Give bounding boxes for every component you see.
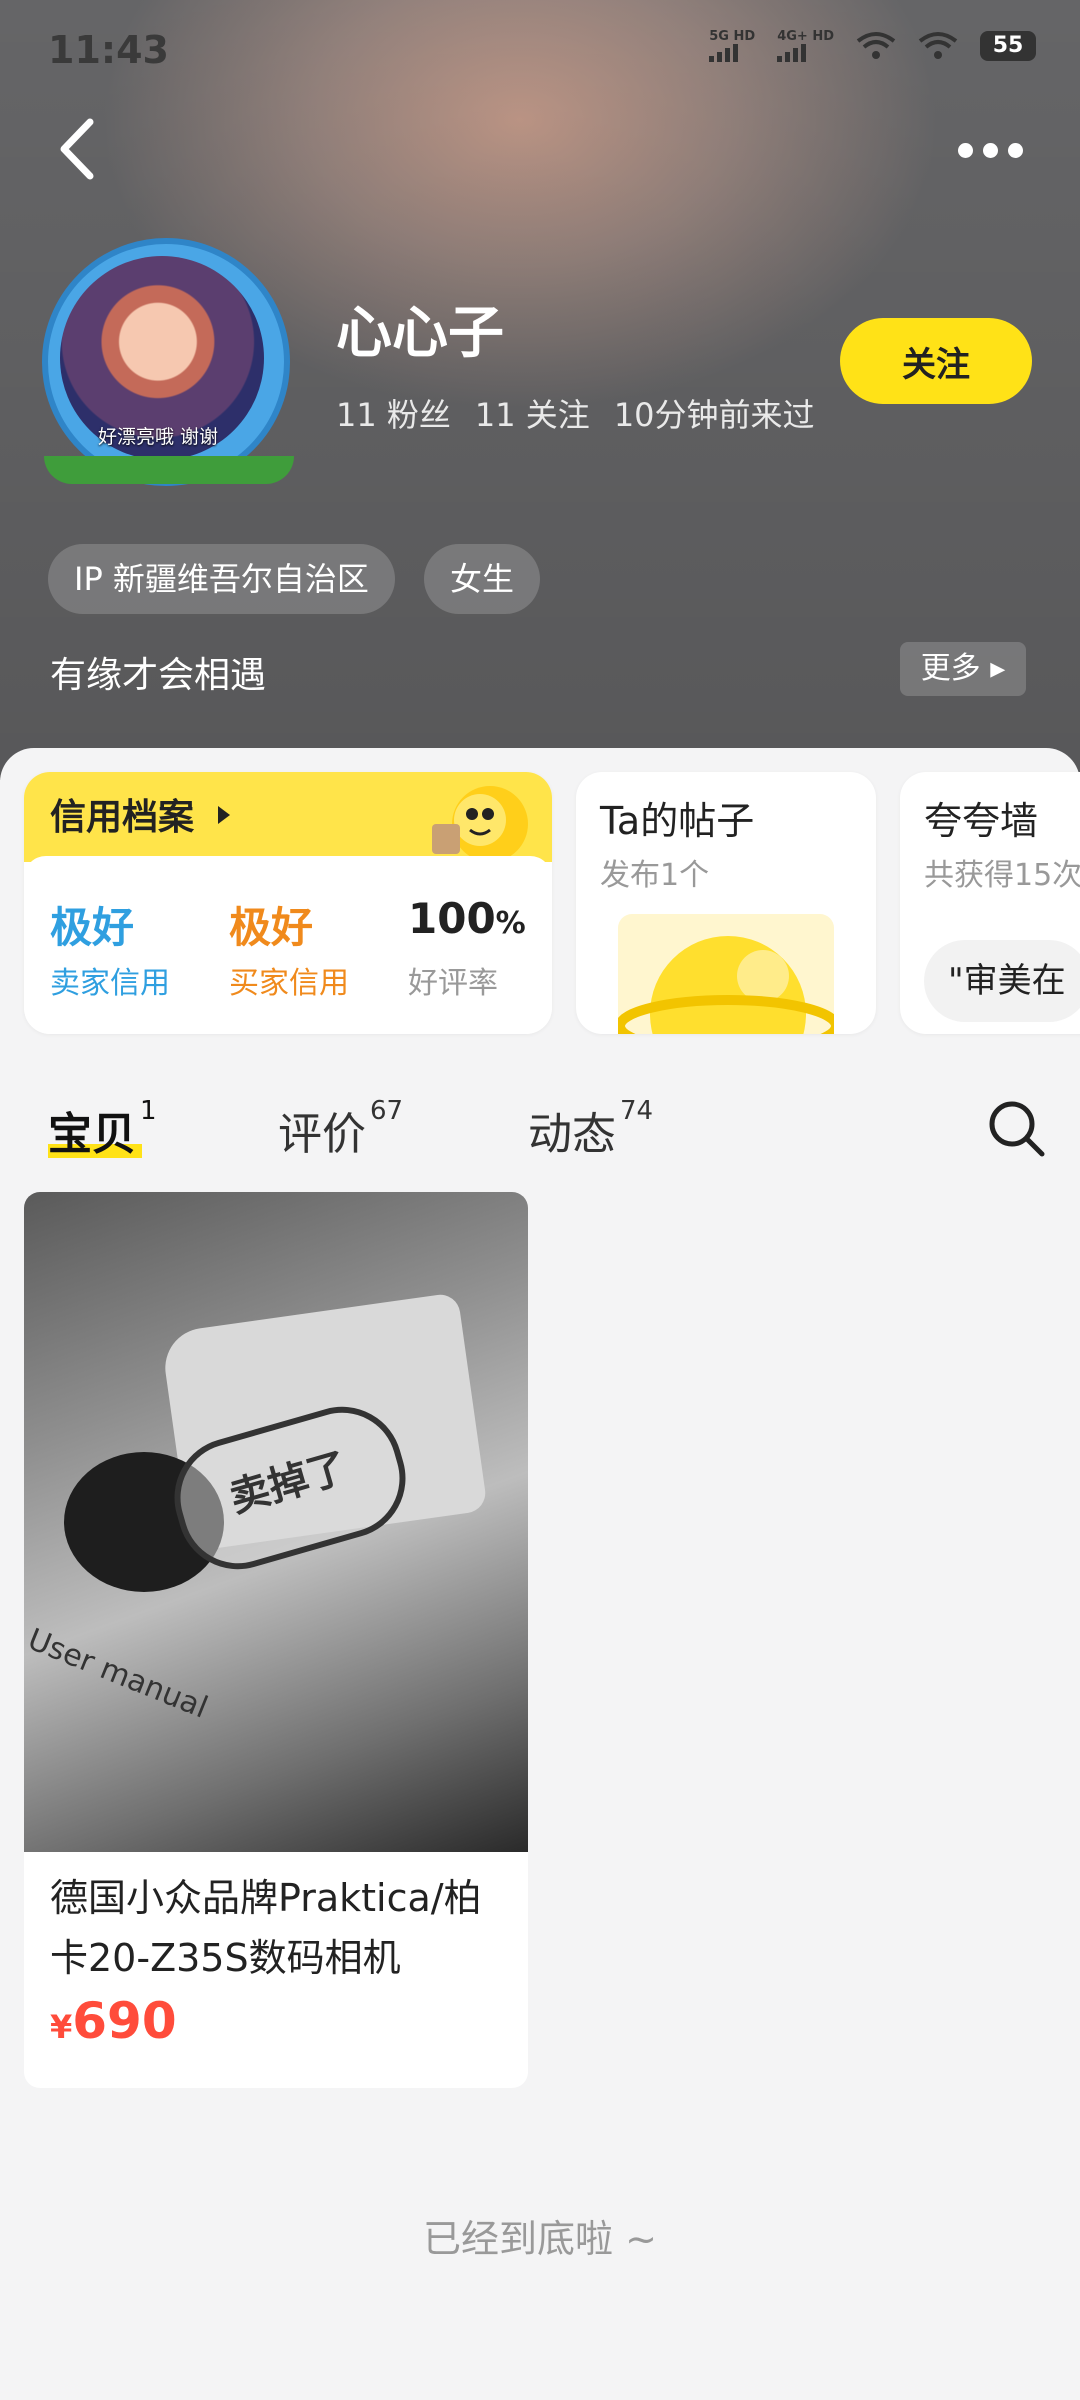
mascot-icon	[432, 786, 528, 862]
seller-credit-label: 卖家信用	[50, 966, 170, 1001]
product-title: 德国小众品牌Praktica/柏卡20-Z35S数码相机	[50, 1876, 482, 1980]
praise-quote-bubble: "审美在	[924, 940, 1080, 1022]
top-nav	[0, 110, 1080, 190]
signal-5g: 5G HD	[709, 30, 755, 62]
follow-button[interactable]: 关注	[840, 318, 1032, 404]
more-icon[interactable]	[950, 130, 1030, 170]
posts-card-subtitle: 发布1个	[600, 858, 710, 893]
positive-rate-value: 100%	[408, 894, 526, 943]
posts-card[interactable]: Ta的帖子 发布1个	[576, 772, 876, 1034]
wifi-plus-icon	[856, 32, 896, 59]
price-currency: ¥	[50, 2008, 73, 2046]
buyer-credit-label: 买家信用	[229, 966, 349, 1001]
posts-thumbnail	[618, 914, 834, 1034]
buyer-credit-value: 极好	[229, 903, 314, 952]
search-icon[interactable]	[984, 1096, 1048, 1160]
gender-tag: 女生	[424, 544, 541, 614]
signal-4g: 4G+ HD	[777, 30, 834, 62]
signal-bars-icon	[709, 44, 739, 62]
praise-wall-subtitle: 共获得15次	[924, 858, 1080, 893]
product-price: ¥690	[50, 1992, 177, 2050]
bio-more-button[interactable]: 更多 ▸	[900, 642, 1026, 696]
seller-credit-value: 极好	[50, 903, 135, 952]
credit-card[interactable]: 信用档案 极好 卖家信用 极好 买家信用 100% 好评率	[24, 772, 552, 1034]
status-time: 11:43	[48, 28, 169, 72]
bio-more-label: 更多	[920, 651, 981, 686]
positive-rate-number: 100	[408, 894, 496, 943]
wifi-icon	[918, 32, 958, 59]
signal-bars-icon	[777, 44, 807, 62]
profile-bio: 有缘才会相遇	[50, 655, 267, 696]
signal-4g-label: 4G+ HD	[777, 29, 834, 44]
battery-icon: 55	[980, 31, 1036, 61]
content-sheet: 信用档案 极好 卖家信用 极好 买家信用 100% 好评率 Ta的帖子 发布1个…	[0, 748, 1080, 2400]
tab-activity-label: 动态	[528, 1109, 616, 1160]
ip-location-tag: IP 新疆维吾尔自治区	[48, 544, 395, 614]
fans-count[interactable]: 11 粉丝	[336, 390, 451, 436]
manual-text: User manual	[24, 1622, 213, 1726]
positive-rate-unit: %	[495, 906, 526, 941]
profile-name: 心心子	[336, 301, 504, 366]
positive-rate-label: 好评率	[408, 966, 498, 1001]
tab-activity[interactable]: 动态 74	[528, 1096, 654, 1162]
play-triangle-icon	[218, 806, 230, 824]
tab-items-count: 1	[140, 1096, 157, 1127]
praise-wall-title: 夸夸墙	[924, 799, 1039, 843]
tab-activity-count: 74	[620, 1096, 654, 1127]
signal-5g-label: 5G HD	[709, 29, 756, 44]
tab-items[interactable]: 宝贝 1	[48, 1096, 157, 1162]
back-icon[interactable]	[52, 114, 112, 184]
play-triangle-icon: ▸	[990, 651, 1006, 686]
status-icons: 5G HD 4G+ HD 55	[709, 30, 1036, 62]
product-card[interactable]: User manual 卖掉了 德国小众品牌Praktica/柏卡20-Z35S…	[24, 1192, 528, 2088]
price-value: 690	[72, 1992, 177, 2050]
tab-reviews[interactable]: 评价 67	[278, 1096, 404, 1162]
following-count[interactable]: 11 关注	[475, 390, 590, 436]
planet-icon	[618, 936, 834, 1034]
credit-card-title: 信用档案	[50, 797, 195, 838]
tab-items-label: 宝贝	[48, 1109, 136, 1160]
tab-reviews-count: 67	[370, 1096, 404, 1127]
avatar-caption: 好漂亮哦 谢谢	[98, 426, 219, 448]
content-tabs: 宝贝 1 评价 67 动态 74	[0, 1088, 1080, 1188]
product-image: User manual 卖掉了	[24, 1192, 528, 1852]
tab-reviews-label: 评价	[278, 1109, 366, 1160]
posts-card-title: Ta的帖子	[600, 799, 755, 843]
last-active: 10分钟前来过	[613, 396, 815, 434]
avatar-frame-decoration	[44, 456, 294, 484]
end-of-list-text: 已经到底啦 ~	[423, 2217, 657, 2261]
status-bar: 11:43 5G HD 4G+ HD 55	[0, 0, 1080, 100]
profile-stats: 11 粉丝 11 关注 10分钟前来过	[336, 390, 815, 436]
praise-wall-card[interactable]: 夸夸墙 共获得15次 "审美在	[900, 772, 1080, 1034]
avatar[interactable]: 好漂亮哦 谢谢	[38, 232, 300, 494]
